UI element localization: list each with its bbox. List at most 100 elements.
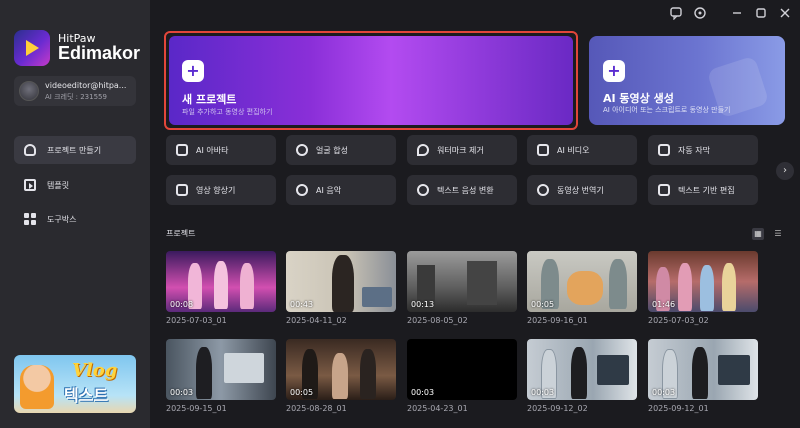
tool-video-enhancer[interactable]: 영상 향상기 — [166, 175, 276, 205]
project-duration: 00:13 — [411, 300, 435, 309]
sidebar-item-toolbox[interactable]: 도구박스 — [14, 205, 136, 233]
face-swap-icon — [296, 144, 308, 156]
toolbox-icon — [24, 213, 36, 225]
project-duration: 00:05 — [531, 300, 555, 309]
project-duration: 01:46 — [652, 300, 676, 309]
enhance-icon — [176, 184, 188, 196]
account-email: videoeditor@hitpa... — [45, 80, 127, 90]
tool-label: 자동 자막 — [678, 145, 710, 155]
ai-video-title: AI 동영상 생성 — [603, 92, 674, 105]
tool-auto-caption[interactable]: 자동 자막 — [648, 135, 758, 165]
project-card[interactable]: 01:46 2025-07-03_02 — [648, 251, 758, 325]
plus-icon: + — [603, 60, 625, 82]
sidebar-item-create-project[interactable]: 프로젝트 만들기 — [14, 136, 136, 164]
project-card[interactable]: 00:03 2025-09-12_02 — [527, 339, 637, 413]
ai-credits: AI 크레딧 : 231559 — [45, 92, 107, 101]
tool-text-to-speech[interactable]: 텍스트 음성 변환 — [407, 175, 517, 205]
project-thumbnail: 00:03 — [527, 339, 637, 400]
project-duration: 00:03 — [652, 388, 676, 397]
account-card[interactable]: videoeditor@hitpa... AI 크레딧 : 231559 — [14, 76, 136, 106]
close-icon[interactable] — [778, 6, 792, 20]
tool-ai-avatar[interactable]: AI 아바타 — [166, 135, 276, 165]
avatar-icon — [176, 144, 188, 156]
caption-icon — [658, 144, 670, 156]
brand-large: Edimakor — [58, 43, 141, 64]
banner-subtitle: 텍스트 — [64, 386, 109, 405]
tool-face-swap[interactable]: 얼굴 합성 — [286, 135, 396, 165]
project-card[interactable]: 00:03 2025-09-12_01 — [648, 339, 758, 413]
chevron-right-icon[interactable]: › — [776, 162, 794, 180]
project-duration: 00:03 — [411, 388, 435, 397]
minimize-icon[interactable] — [730, 6, 744, 20]
project-name: 2025-09-12_01 — [648, 404, 709, 413]
sidebar-item-label: 도구박스 — [47, 214, 77, 224]
projects-title: 프로젝트 — [166, 229, 196, 238]
project-duration: 00:05 — [290, 388, 314, 397]
project-name: 2025-09-12_02 — [527, 404, 588, 413]
grid-view-icon[interactable]: ▦ — [752, 228, 764, 240]
sidebar: HitPaw Edimakor videoeditor@hitpa... AI … — [0, 0, 150, 428]
project-duration: 00:43 — [290, 300, 314, 309]
promo-banner[interactable]: Vlog 텍스트 — [14, 355, 136, 413]
banner-character — [20, 365, 54, 409]
tool-label: AI 음악 — [316, 185, 342, 195]
tool-label: 얼굴 합성 — [316, 145, 348, 155]
tool-ai-video[interactable]: AI 비디오 — [527, 135, 637, 165]
maximize-icon[interactable] — [754, 6, 768, 20]
sidebar-item-templates[interactable]: 템플릿 — [14, 171, 136, 199]
text-edit-icon — [658, 184, 670, 196]
project-card[interactable]: 00:43 2025-04-11_02 — [286, 251, 396, 325]
project-duration: 00:03 — [170, 388, 194, 397]
watermark-remove-icon — [417, 144, 429, 156]
new-project-title: 새 프로젝트 — [182, 93, 237, 106]
project-thumbnail: 00:03 — [407, 339, 517, 400]
tool-label: 동영상 번역기 — [557, 185, 604, 195]
translate-icon — [537, 184, 549, 196]
project-thumbnail: 00:08 — [166, 251, 276, 312]
project-duration: 00:03 — [531, 388, 555, 397]
project-name: 2025-04-23_01 — [407, 404, 468, 413]
project-thumbnail: 00:03 — [648, 339, 758, 400]
project-name: 2025-04-11_02 — [286, 316, 347, 325]
new-project-subtitle: 파일 추가하고 동영상 편집하기 — [182, 108, 273, 116]
tool-label: 텍스트 기반 편집 — [678, 185, 735, 195]
music-icon — [296, 184, 308, 196]
feedback-icon[interactable] — [669, 6, 683, 21]
logo-icon — [14, 30, 50, 66]
app-logo: HitPaw Edimakor — [14, 30, 140, 66]
project-thumbnail: 00:05 — [286, 339, 396, 400]
ai-video-generate-card[interactable]: + AI 동영상 생성 AI 아이디어 또는 스크립트로 동영상 만들기 — [589, 36, 785, 125]
project-card[interactable]: 00:05 2025-09-16_01 — [527, 251, 637, 325]
tool-label: AI 아바타 — [196, 145, 229, 155]
sidebar-item-label: 프로젝트 만들기 — [47, 145, 102, 155]
project-card[interactable]: 00:08 2025-07-03_01 — [166, 251, 276, 325]
project-card[interactable]: 00:03 2025-04-23_01 — [407, 339, 517, 413]
new-project-card[interactable]: + 새 프로젝트 파일 추가하고 동영상 편집하기 — [164, 31, 578, 130]
settings-icon[interactable] — [693, 6, 707, 20]
avatar — [19, 81, 39, 101]
project-name: 2025-09-16_01 — [527, 316, 588, 325]
banner-title: Vlog — [72, 360, 118, 381]
project-thumbnail: 00:05 — [527, 251, 637, 312]
tool-label: 영상 향상기 — [196, 185, 236, 195]
list-view-icon[interactable]: ☰ — [772, 228, 784, 240]
tool-video-translator[interactable]: 동영상 번역기 — [527, 175, 637, 205]
tool-watermark-remove[interactable]: 워터마크 제거 — [407, 135, 517, 165]
project-name: 2025-09-15_01 — [166, 404, 227, 413]
sidebar-item-label: 템플릿 — [47, 180, 70, 190]
project-card[interactable]: 00:03 2025-09-15_01 — [166, 339, 276, 413]
template-icon — [24, 179, 36, 191]
tool-text-based-edit[interactable]: 텍스트 기반 편집 — [648, 175, 758, 205]
ai-video-icon — [537, 144, 549, 156]
project-card[interactable]: 00:13 2025-08-05_02 — [407, 251, 517, 325]
tool-ai-music[interactable]: AI 음악 — [286, 175, 396, 205]
project-name: 2025-07-03_01 — [166, 316, 227, 325]
home-icon — [24, 144, 36, 156]
tool-label: 워터마크 제거 — [437, 145, 484, 155]
project-card[interactable]: 00:05 2025-08-28_01 — [286, 339, 396, 413]
project-thumbnail: 01:46 — [648, 251, 758, 312]
project-thumbnail: 00:13 — [407, 251, 517, 312]
project-name: 2025-07-03_02 — [648, 316, 709, 325]
tts-icon — [417, 184, 429, 196]
project-duration: 00:08 — [170, 300, 194, 309]
